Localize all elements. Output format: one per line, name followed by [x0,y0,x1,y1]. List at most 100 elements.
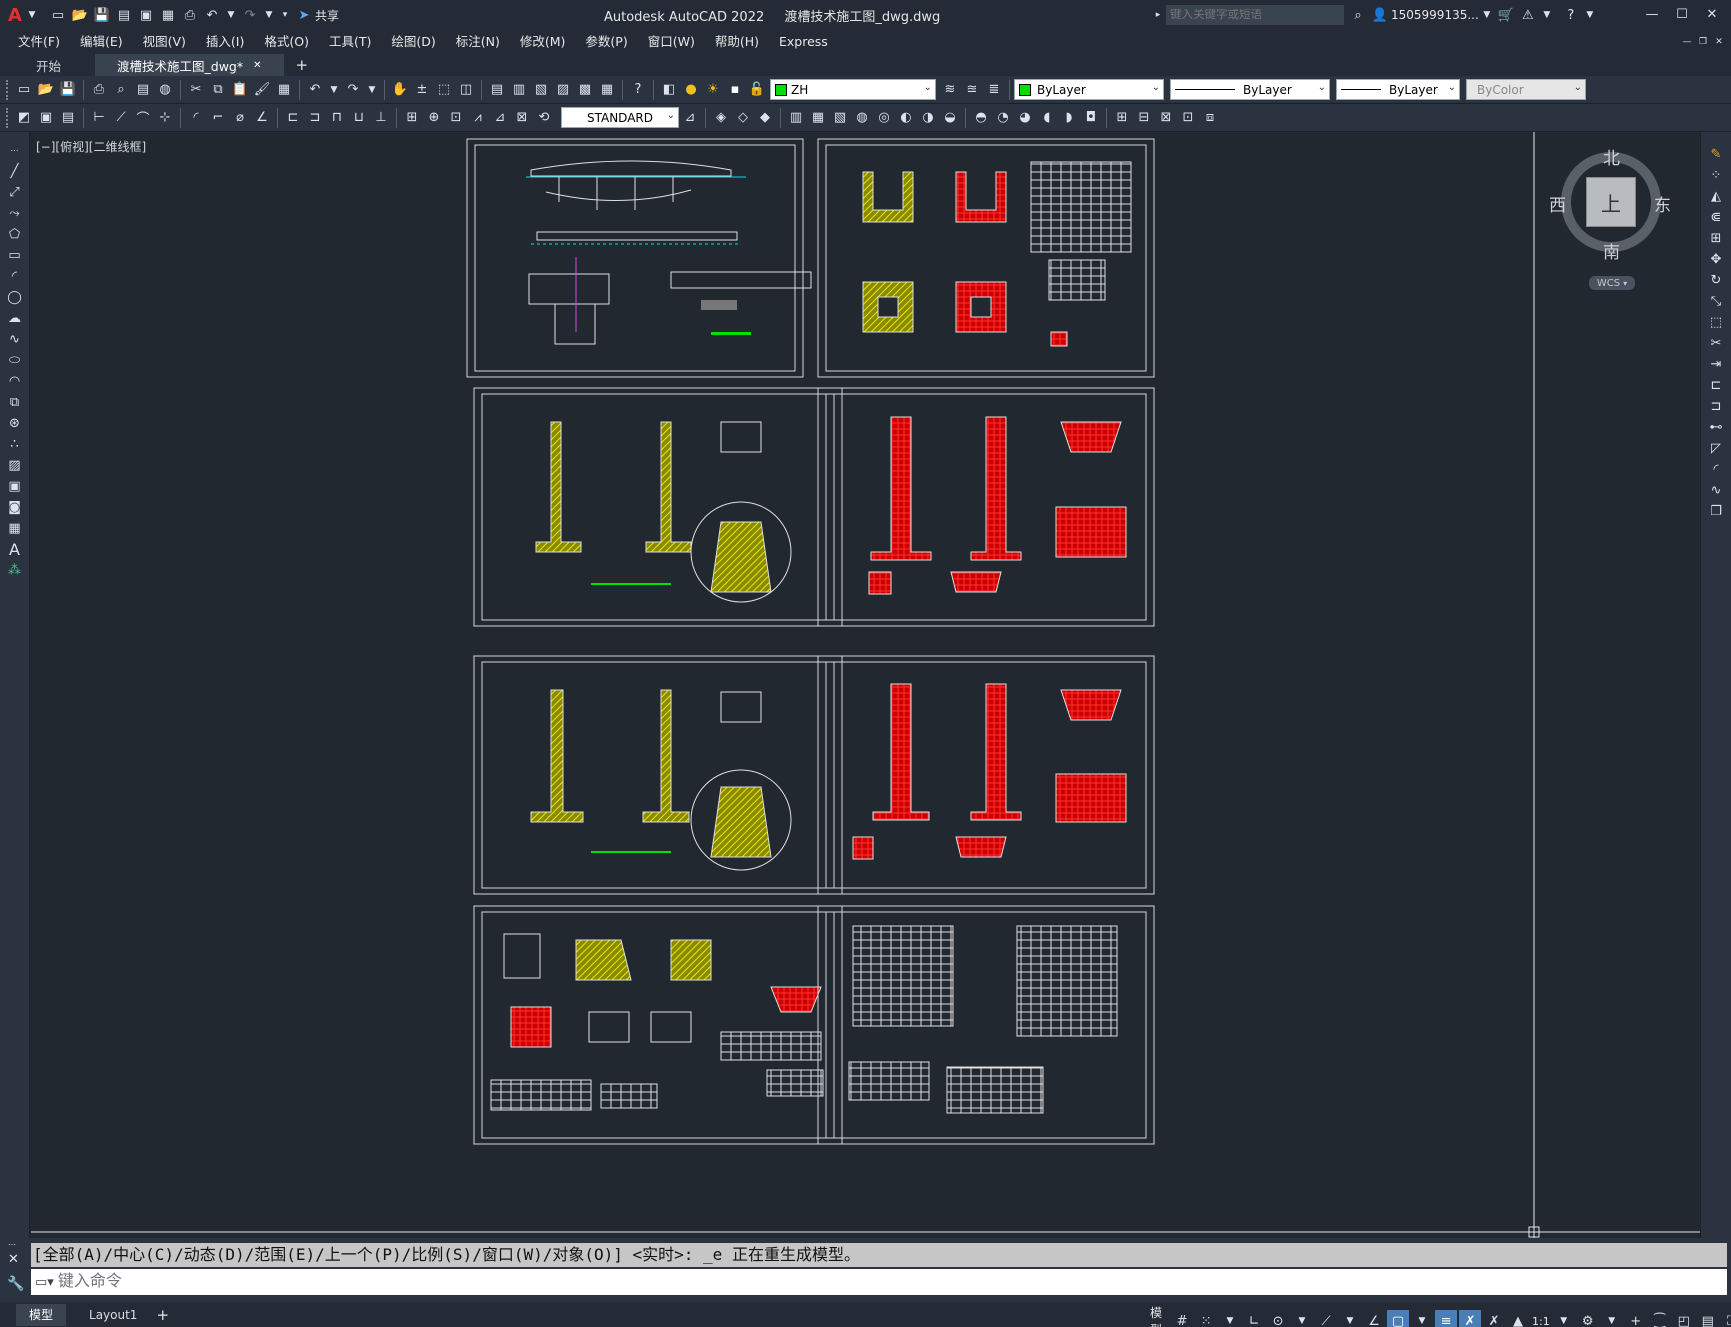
image-icon[interactable]: ⧈ [1200,108,1220,128]
dim-style-icon[interactable]: ▣ [36,108,56,128]
paste-icon[interactable]: 📋 [230,80,250,100]
blend-icon[interactable]: ◗ [1059,108,1079,128]
dim-override-icon[interactable]: ▤ [58,108,78,128]
layer-color-icon[interactable]: ▪ [725,80,745,100]
tab-close-icon[interactable]: ✕ [253,60,261,71]
layer-on-icon[interactable]: ● [681,80,701,100]
dimension-break-icon[interactable]: ⊥ [371,108,391,128]
quick-dimension-icon[interactable]: ◩ [14,108,34,128]
sheet-set-icon[interactable]: ▨ [553,80,573,100]
help-dropdown-icon[interactable]: ▼ [1583,5,1597,25]
layer-select[interactable]: ZH ⌄ [770,79,936,100]
workspace-dropdown-icon[interactable]: ▼ [1601,1310,1623,1327]
design-center-icon[interactable]: ▥ [509,80,529,100]
viewcube-face-top[interactable]: 上 [1586,177,1636,227]
array-icon-2[interactable]: ⊞ [1705,228,1727,249]
preview-icon[interactable]: ⌕ [111,80,131,100]
open-file-icon[interactable]: 📂 [70,5,90,25]
sheet-8[interactable] [817,905,1155,1145]
calculator-icon[interactable]: ▦ [597,80,617,100]
annotation-scale-icon[interactable]: ▲ [1507,1310,1529,1327]
toolbar-grip[interactable] [6,79,10,100]
autocad-logo-icon[interactable]: A [8,5,24,26]
copy-icon-2[interactable]: ⁘ [1705,165,1727,186]
center-mark-icon[interactable]: ⊕ [424,108,444,128]
drawing-viewport[interactable]: [−][俯视][二维线框] 上 北 南 东 西 WCS ▾ [31,132,1700,1238]
dim-style-manager-icon[interactable]: ⊿ [680,108,700,128]
cut-icon[interactable]: ✂ [186,80,206,100]
maximize-icon[interactable]: ☐ [1668,4,1696,24]
menu-express[interactable]: Express [769,30,838,54]
quick-dim-icon[interactable]: ⊏ [283,108,303,128]
scale-icon-2[interactable]: ⤡ [1705,291,1727,312]
command-input-area[interactable]: ▭▾ [31,1269,1727,1295]
undo-dropdown-icon[interactable]: ▼ [224,5,238,25]
command-customize-icon[interactable]: 🔧 [7,1276,24,1292]
object-snap-tracking-icon[interactable]: ∠ [1363,1310,1385,1327]
erase-icon-2[interactable]: ✎ [1705,144,1727,165]
jogged-linear-icon[interactable]: ⩘ [468,108,488,128]
search-expand-icon[interactable]: ▸ [1151,5,1165,25]
osnap-dropdown-icon[interactable]: ▼ [1411,1310,1433,1327]
color-select[interactable]: ByLayer ⌄ [1014,79,1164,100]
mirror-icon[interactable]: ◆ [755,108,775,128]
customize-qat-icon[interactable]: ▾ [278,5,292,25]
object-snap-icon[interactable]: ▢ [1387,1310,1410,1327]
annotation-monitor-icon[interactable]: + [1625,1310,1647,1327]
close-icon[interactable]: ✕ [1698,4,1726,24]
linear-dimension-icon[interactable]: ⊢ [89,108,109,128]
stretch-icon-2[interactable]: ⬚ [1705,312,1727,333]
menu-insert[interactable]: 插入(I) [196,30,254,54]
scale-dropdown-icon[interactable]: ▼ [1553,1310,1575,1327]
spline-icon[interactable]: ∿ [4,329,26,350]
extend-icon-2[interactable]: ⇥ [1705,354,1727,375]
qnew-icon[interactable]: ▭ [14,80,34,100]
help-icon[interactable]: ? [1561,5,1581,25]
inspection-icon[interactable]: ⊡ [446,108,466,128]
dim-edit-icon[interactable]: ⊿ [490,108,510,128]
menu-parameters[interactable]: 参数(P) [575,30,637,54]
command-close-icon[interactable]: ✕ [8,1252,19,1267]
isodraft-icon[interactable]: ⟋ [1315,1310,1337,1327]
add-tab-button[interactable]: + [296,56,309,74]
undo-icon-2[interactable]: ↶ [305,80,325,100]
doc-minimize-icon[interactable]: — [1680,32,1694,52]
share-button[interactable]: 共享 [315,7,339,24]
app-dropdown-icon[interactable]: ▼ [1540,5,1554,25]
rectangle-icon[interactable]: ▭ [4,245,26,266]
tool-palettes-icon[interactable]: ▧ [531,80,551,100]
layer-states-icon[interactable]: ≣ [984,80,1004,100]
make-block-icon-2[interactable]: ⊛ [4,413,26,434]
offset-icon-2[interactable]: ⋐ [1705,207,1727,228]
add-selected-icon[interactable]: ⁂ [4,560,26,581]
clean-screen-icon[interactable]: ⛶ [1721,1310,1731,1327]
insert-block-icon-2[interactable]: ⧉ [4,392,26,413]
tolerance-icon[interactable]: ⊞ [402,108,422,128]
autodesk-app-icon[interactable]: ⚠ [1518,5,1538,25]
markup-icon[interactable]: ▩ [575,80,595,100]
explode-icon-2[interactable]: ❐ [1705,501,1727,522]
offset-icon[interactable]: ▥ [786,108,806,128]
command-prompt-icon[interactable]: ▭▾ [35,1275,54,1290]
save-icon-2[interactable]: 💾 [58,80,78,100]
compass-north[interactable]: 北 [1603,144,1620,169]
dimension-space-icon[interactable]: ⊔ [349,108,369,128]
xref-icon[interactable]: ⊡ [1178,108,1198,128]
pan-icon[interactable]: ✋ [390,80,410,100]
join-icon[interactable]: ◔ [993,108,1013,128]
menu-help[interactable]: 帮助(H) [705,30,769,54]
layer-properties-icon[interactable]: ◧ [659,80,679,100]
move-icon[interactable]: ▧ [830,108,850,128]
dim-text-edit-icon[interactable]: ⊠ [512,108,532,128]
tab-start[interactable]: 开始 [14,54,83,76]
block-editor-icon[interactable]: ▦ [274,80,294,100]
zoom-previous-icon[interactable]: ◫ [456,80,476,100]
make-block-icon[interactable]: ⊟ [1134,108,1154,128]
sheet-4[interactable] [817,387,1155,627]
plot-icon-2[interactable]: ⎙ [89,80,109,100]
undo-dropdown-icon-2[interactable]: ▼ [327,80,341,100]
user-name[interactable]: 1505999135... [1391,8,1479,22]
menu-dimension[interactable]: 标注(N) [446,30,510,54]
annotation-scale-value[interactable]: 1:1 [1532,1315,1550,1327]
insert-block-icon[interactable]: ⊞ [1112,108,1132,128]
